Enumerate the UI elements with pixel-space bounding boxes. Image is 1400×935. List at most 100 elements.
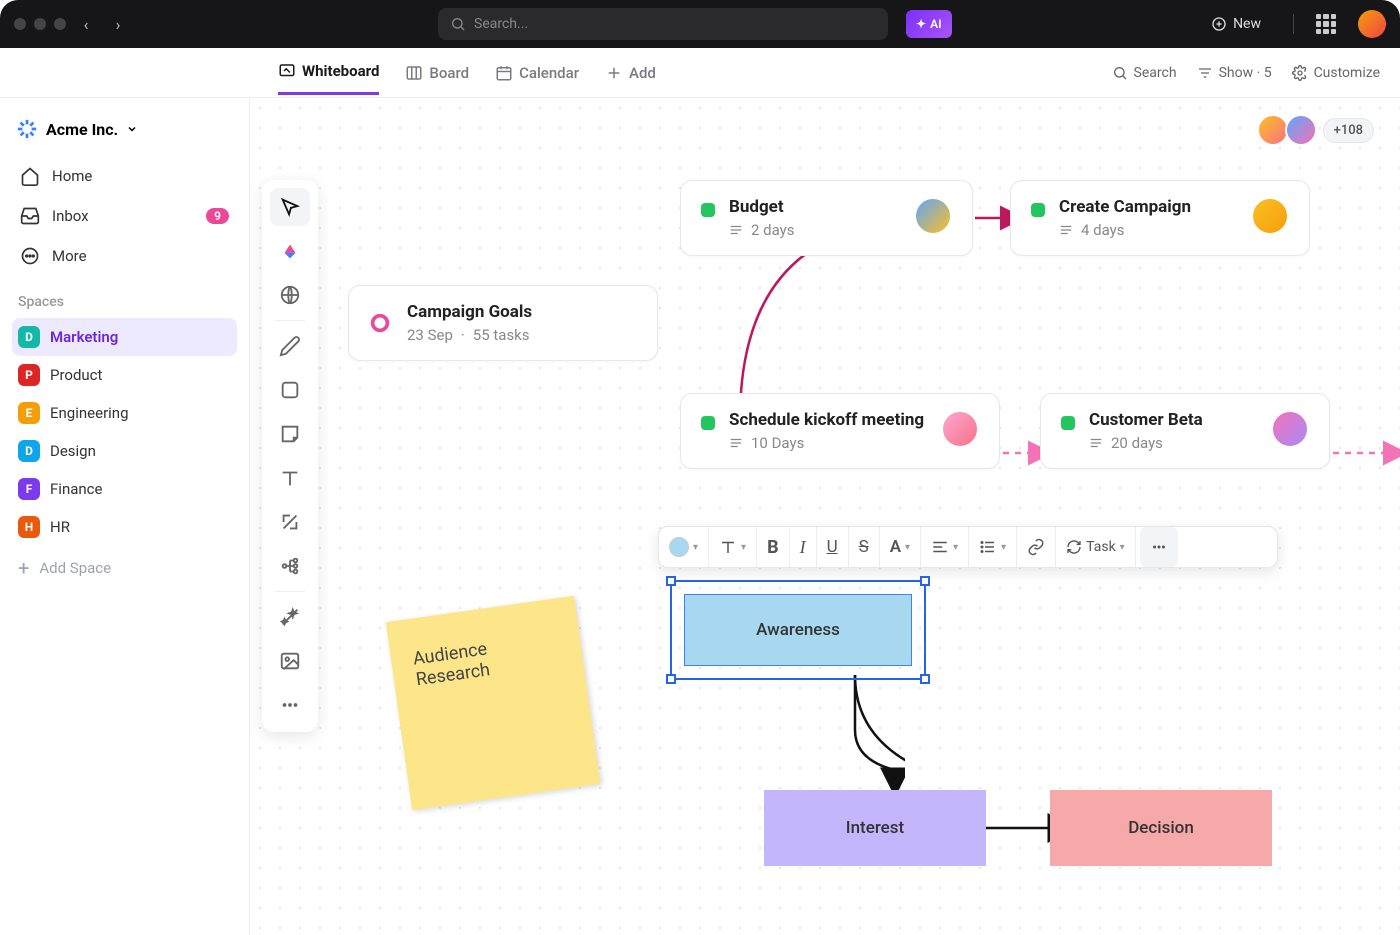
tool-pointer[interactable] bbox=[270, 188, 310, 226]
nav-home[interactable]: Home bbox=[12, 156, 237, 196]
node-schedule-kickoff[interactable]: Schedule kickoff meeting 10 Days bbox=[680, 393, 1000, 469]
node-budget[interactable]: Budget 2 days bbox=[680, 180, 973, 256]
workspace-selector[interactable]: Acme Inc. bbox=[12, 112, 237, 156]
apps-menu[interactable] bbox=[1316, 14, 1336, 34]
node-title: Customer Beta bbox=[1089, 410, 1203, 430]
sidebar-space-product[interactable]: PProduct bbox=[12, 356, 237, 394]
avatar[interactable] bbox=[1285, 114, 1317, 146]
more-icon bbox=[20, 246, 40, 266]
sidebar-space-design[interactable]: DDesign bbox=[12, 432, 237, 470]
align-button[interactable]: ▾ bbox=[921, 527, 969, 567]
view-search[interactable]: Search bbox=[1112, 65, 1177, 81]
connector bbox=[805, 670, 905, 800]
status-dot bbox=[1061, 416, 1075, 430]
italic-button[interactable]: I bbox=[790, 527, 817, 567]
shape-label: Awareness bbox=[756, 620, 840, 640]
node-duration: 4 days bbox=[1081, 221, 1125, 239]
chevron-down-icon bbox=[126, 123, 138, 135]
assignee-avatar[interactable] bbox=[914, 197, 952, 235]
tab-label: Calendar bbox=[519, 64, 579, 82]
sidebar-space-hr[interactable]: HHR bbox=[12, 508, 237, 546]
tool-connector[interactable] bbox=[270, 503, 310, 541]
tool-sticky[interactable] bbox=[270, 415, 310, 453]
link-button[interactable] bbox=[1017, 527, 1056, 567]
tab-whiteboard[interactable]: Whiteboard bbox=[278, 50, 379, 95]
view-show[interactable]: Show · 5 bbox=[1197, 65, 1272, 81]
node-title: Budget bbox=[729, 197, 795, 217]
new-button[interactable]: New bbox=[1201, 12, 1271, 36]
global-search[interactable]: Search... bbox=[438, 8, 888, 40]
tool-shape[interactable] bbox=[270, 371, 310, 409]
nav-inbox[interactable]: Inbox 9 bbox=[12, 196, 237, 236]
status-icon bbox=[369, 312, 391, 334]
nav-more[interactable]: More bbox=[12, 236, 237, 276]
add-space[interactable]: +Add Space bbox=[12, 546, 237, 590]
shape-label: Decision bbox=[1128, 818, 1194, 838]
shape-awareness[interactable]: Awareness bbox=[684, 594, 912, 666]
tool-text[interactable] bbox=[270, 459, 310, 497]
tool-pen[interactable] bbox=[270, 327, 310, 365]
node-campaign-goals[interactable]: Campaign Goals 23 Sep · 55 tasks bbox=[348, 285, 658, 361]
node-create-campaign[interactable]: Create Campaign 4 days bbox=[1010, 180, 1310, 256]
tool-image[interactable] bbox=[270, 642, 310, 680]
whiteboard-canvas[interactable]: +108 Campaign Goals 23 Sep · 55 tasks bbox=[250, 98, 1400, 935]
type-icon bbox=[719, 538, 737, 556]
node-duration: 10 Days bbox=[751, 434, 804, 452]
ai-button[interactable]: ✦ AI bbox=[906, 10, 952, 38]
font-family[interactable]: ▾ bbox=[709, 527, 757, 567]
calendar-icon bbox=[495, 64, 513, 82]
fill-color-picker[interactable]: ▾ bbox=[659, 527, 709, 567]
view-customize[interactable]: Customize bbox=[1292, 65, 1380, 81]
space-label: Design bbox=[50, 442, 96, 460]
space-badge: D bbox=[18, 326, 40, 348]
sidebar-space-marketing[interactable]: DMarketing bbox=[12, 318, 237, 356]
window-controls[interactable] bbox=[14, 18, 66, 30]
sidebar-space-finance[interactable]: FFinance bbox=[12, 470, 237, 508]
user-avatar[interactable] bbox=[1358, 10, 1386, 38]
shape-interest[interactable]: Interest bbox=[764, 790, 986, 866]
tool-mindmap[interactable] bbox=[270, 547, 310, 585]
label: Customize bbox=[1314, 65, 1380, 81]
sticky-note[interactable]: Audience Research bbox=[386, 596, 601, 811]
node-customer-beta[interactable]: Customer Beta 20 days bbox=[1040, 393, 1330, 469]
filter-icon bbox=[1197, 65, 1213, 81]
space-label: Product bbox=[50, 366, 102, 384]
tool-more[interactable] bbox=[270, 686, 310, 724]
bold-button[interactable]: B bbox=[757, 527, 790, 567]
nav-forward[interactable]: › bbox=[106, 12, 130, 36]
avatar[interactable] bbox=[1257, 114, 1289, 146]
search-icon bbox=[1112, 65, 1128, 81]
more-collaborators[interactable]: +108 bbox=[1323, 118, 1374, 143]
label: Inbox bbox=[52, 207, 89, 225]
assignee-avatar[interactable] bbox=[941, 410, 979, 448]
lines-icon bbox=[729, 223, 743, 237]
tab-board[interactable]: Board bbox=[405, 52, 469, 94]
plus-icon bbox=[1211, 16, 1227, 32]
tool-ai-shape[interactable] bbox=[270, 232, 310, 270]
assignee-avatar[interactable] bbox=[1271, 410, 1309, 448]
shape-decision[interactable]: Decision bbox=[1050, 790, 1272, 866]
nav-back[interactable]: ‹ bbox=[74, 12, 98, 36]
tab-add[interactable]: Add bbox=[605, 52, 656, 94]
tab-calendar[interactable]: Calendar bbox=[495, 52, 579, 94]
tool-web[interactable] bbox=[270, 276, 310, 314]
tab-label: Add bbox=[629, 64, 656, 82]
underline-button[interactable]: U bbox=[817, 527, 849, 567]
space-badge: E bbox=[18, 402, 40, 424]
inbox-icon bbox=[20, 206, 40, 226]
list-button[interactable]: ▾ bbox=[969, 527, 1017, 567]
text-color[interactable]: A▾ bbox=[880, 527, 921, 567]
convert-task[interactable]: Task▾ bbox=[1056, 527, 1136, 567]
plus-icon bbox=[605, 64, 623, 82]
shape-label: Interest bbox=[846, 818, 904, 838]
ai-label: AI bbox=[930, 17, 941, 31]
tool-magic[interactable] bbox=[270, 598, 310, 636]
node-duration: 2 days bbox=[751, 221, 795, 239]
node-title: Schedule kickoff meeting bbox=[729, 410, 924, 430]
strikethrough-button[interactable]: S bbox=[849, 527, 880, 567]
node-tasks: 55 tasks bbox=[473, 326, 530, 344]
sidebar-space-engineering[interactable]: EEngineering bbox=[12, 394, 237, 432]
assignee-avatar[interactable] bbox=[1251, 197, 1289, 235]
more-button[interactable] bbox=[1140, 527, 1178, 567]
link-icon bbox=[1027, 538, 1045, 556]
